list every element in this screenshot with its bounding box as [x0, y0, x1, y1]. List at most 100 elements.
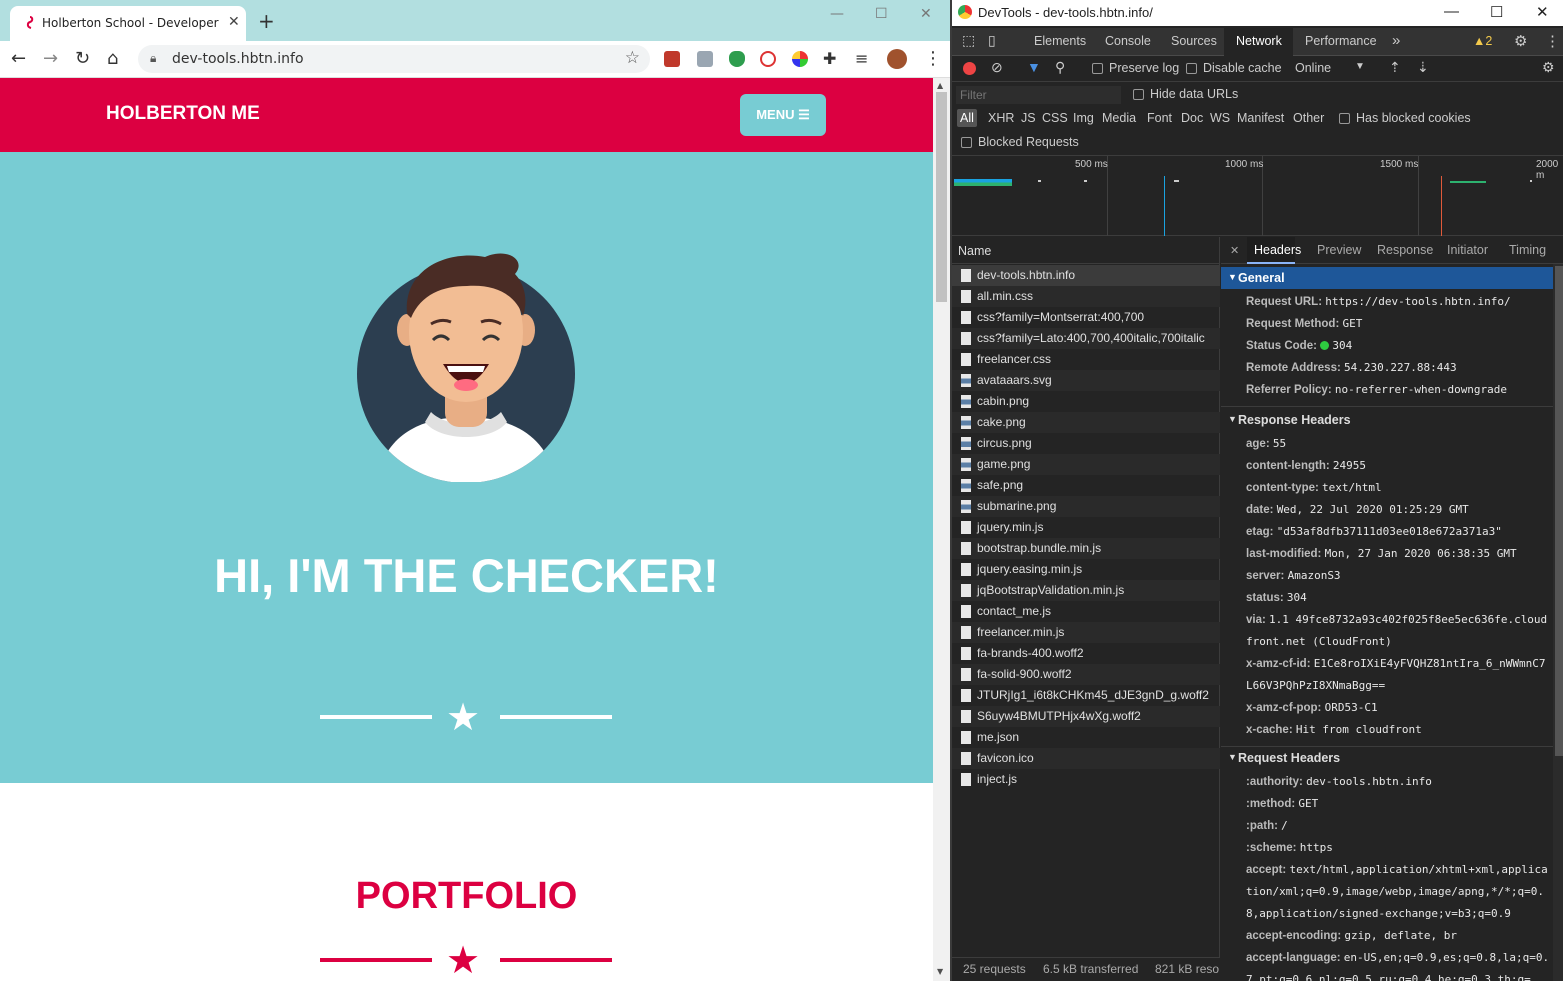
type-filter-all[interactable]: All — [957, 109, 977, 127]
tab-initiator[interactable]: Initiator — [1447, 243, 1488, 257]
bookmark-star-icon[interactable]: ☆ — [625, 48, 640, 68]
tab-headers[interactable]: Headers — [1254, 243, 1301, 257]
request-row[interactable]: fa-brands-400.woff2 — [952, 643, 1220, 664]
request-row[interactable]: freelancer.min.js — [952, 622, 1220, 643]
request-row[interactable]: game.png — [952, 454, 1220, 475]
type-filter-css[interactable]: CSS — [1042, 111, 1068, 125]
tab-performance[interactable]: Performance — [1305, 34, 1377, 48]
minimize-icon[interactable]: — — [830, 6, 844, 22]
site-brand[interactable]: HOLBERTON ME — [106, 103, 260, 125]
request-row[interactable]: circus.png — [952, 433, 1220, 454]
request-row[interactable]: contact_me.js — [952, 601, 1220, 622]
new-tab-button[interactable]: + — [258, 11, 275, 31]
request-row[interactable]: freelancer.css — [952, 349, 1220, 370]
home-icon[interactable]: ⌂ — [107, 48, 118, 69]
type-filter-other[interactable]: Other — [1293, 111, 1324, 125]
request-row[interactable]: inject.js — [952, 769, 1220, 790]
forward-icon[interactable]: → — [43, 48, 58, 69]
type-filter-img[interactable]: Img — [1073, 111, 1094, 125]
search-icon[interactable]: ⚲ — [1055, 59, 1065, 76]
hide-data-urls-checkbox[interactable] — [1133, 89, 1144, 100]
close-window-icon[interactable]: ✕ — [1536, 3, 1549, 21]
type-filter-manifest[interactable]: Manifest — [1237, 111, 1284, 125]
device-toolbar-icon[interactable]: ▯ — [988, 32, 996, 49]
request-row[interactable]: jquery.min.js — [952, 517, 1220, 538]
request-headers-section-header[interactable]: ▼ Request Headers — [1221, 747, 1553, 769]
extension-icon[interactable] — [664, 51, 680, 67]
settings-gear-icon[interactable]: ⚙ — [1514, 32, 1527, 50]
tab-network[interactable]: Network — [1236, 34, 1282, 48]
throttle-select[interactable]: Online — [1295, 61, 1331, 75]
type-filter-ws[interactable]: WS — [1210, 111, 1230, 125]
blocked-requests-checkbox[interactable] — [961, 137, 972, 148]
details-scrollbar[interactable] — [1553, 264, 1563, 981]
import-har-icon[interactable]: ⇡ — [1389, 59, 1401, 76]
maximize-icon[interactable]: ☐ — [1490, 3, 1503, 21]
tab-sources[interactable]: Sources — [1171, 34, 1217, 48]
tab-elements[interactable]: Elements — [1034, 34, 1086, 48]
back-icon[interactable]: ← — [11, 48, 26, 69]
shield-extension-icon[interactable] — [729, 51, 745, 67]
request-row[interactable]: JTURjIg1_i6t8kCHKm45_dJE3gnD_g.woff2 — [952, 685, 1220, 706]
type-filter-media[interactable]: Media — [1102, 111, 1136, 125]
request-row[interactable]: favicon.ico — [952, 748, 1220, 769]
request-row[interactable]: submarine.png — [952, 496, 1220, 517]
tab-console[interactable]: Console — [1105, 34, 1151, 48]
close-window-icon[interactable]: ✕ — [920, 6, 932, 22]
menu-button[interactable]: MENU ☰ — [740, 94, 826, 136]
warnings-badge[interactable]: ▲2 — [1473, 34, 1492, 48]
preserve-log-checkbox[interactable] — [1092, 63, 1103, 74]
request-row[interactable]: S6uyw4BMUTPHjx4wXg.woff2 — [952, 706, 1220, 727]
extensions-puzzle-icon[interactable]: ✚ — [823, 49, 836, 68]
profile-avatar[interactable] — [887, 49, 907, 69]
request-row[interactable]: all.min.css — [952, 286, 1220, 307]
details-scrollbar-thumb[interactable] — [1555, 266, 1563, 756]
general-section-header[interactable]: ▼ General — [1221, 267, 1553, 289]
response-headers-section-header[interactable]: ▼ Response Headers — [1221, 409, 1553, 431]
request-row[interactable]: css?family=Lato:400,700,400italic,700ita… — [952, 328, 1220, 349]
scroll-up-icon[interactable]: ▲ — [937, 81, 943, 90]
request-row[interactable]: cabin.png — [952, 391, 1220, 412]
request-row[interactable]: jquery.easing.min.js — [952, 559, 1220, 580]
record-icon[interactable] — [963, 62, 976, 75]
color-picker-icon[interactable] — [792, 51, 808, 67]
extension-icon[interactable] — [760, 51, 776, 67]
request-row[interactable]: fa-solid-900.woff2 — [952, 664, 1220, 685]
type-filter-doc[interactable]: Doc — [1181, 111, 1203, 125]
tab-timing[interactable]: Timing — [1509, 243, 1546, 257]
more-tabs-icon[interactable]: » — [1392, 32, 1400, 49]
disable-cache-checkbox[interactable] — [1186, 63, 1197, 74]
type-filter-xhr[interactable]: XHR — [988, 111, 1014, 125]
type-filter-js[interactable]: JS — [1021, 111, 1036, 125]
page-scrollbar[interactable]: ▲ ▼ — [933, 78, 950, 981]
request-row[interactable]: bootstrap.bundle.min.js — [952, 538, 1220, 559]
tab-preview[interactable]: Preview — [1317, 243, 1361, 257]
media-queue-icon[interactable]: ≡ — [855, 49, 868, 68]
network-settings-gear-icon[interactable]: ⚙ — [1542, 59, 1555, 76]
clear-icon[interactable]: ⊘ — [991, 59, 1003, 76]
request-row[interactable]: safe.png — [952, 475, 1220, 496]
minimize-icon[interactable]: — — [1444, 3, 1459, 20]
address-bar[interactable]: 🔒︎ dev-tools.hbtn.info ☆ — [138, 45, 650, 73]
filter-funnel-icon[interactable]: ▼ — [1027, 59, 1041, 75]
scrollbar-thumb[interactable] — [936, 92, 947, 302]
scroll-down-icon[interactable]: ▼ — [937, 967, 943, 976]
request-row[interactable]: css?family=Montserrat:400,700 — [952, 307, 1220, 328]
extension-icon[interactable] — [697, 51, 713, 67]
name-column-header[interactable]: Name — [958, 244, 991, 258]
inspect-element-icon[interactable]: ⬚ — [962, 32, 975, 49]
type-filter-font[interactable]: Font — [1147, 111, 1172, 125]
request-row[interactable]: dev-tools.hbtn.info — [952, 265, 1220, 286]
filter-input[interactable] — [956, 86, 1121, 104]
request-row[interactable]: cake.png — [952, 412, 1220, 433]
close-details-icon[interactable]: ✕ — [1230, 244, 1239, 257]
tab-response[interactable]: Response — [1377, 243, 1433, 257]
export-har-icon[interactable]: ⇣ — [1417, 59, 1429, 76]
tab-close-icon[interactable]: ✕ — [228, 14, 240, 30]
network-overview-timeline[interactable]: 500 ms 1000 ms 1500 ms 2000 m — [952, 156, 1563, 236]
chevron-down-icon[interactable]: ▼ — [1355, 61, 1365, 72]
more-options-icon[interactable]: ⋮ — [1545, 32, 1560, 50]
maximize-icon[interactable]: ☐ — [875, 6, 888, 22]
browser-tab[interactable]: Holberton School - Developer to ✕ — [10, 6, 246, 41]
request-row[interactable]: avataaars.svg — [952, 370, 1220, 391]
